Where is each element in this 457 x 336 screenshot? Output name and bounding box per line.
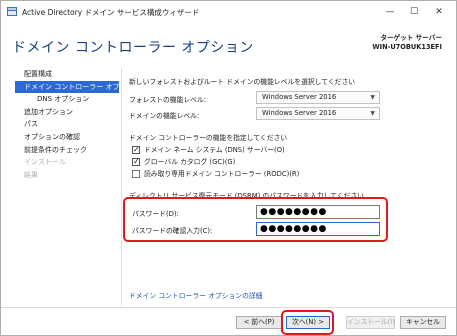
minimize-button[interactable]: — — [383, 5, 397, 19]
checkmark-icon: ✓ — [132, 157, 140, 166]
next-highlight-box — [281, 310, 334, 335]
nav-item-deployment-config[interactable]: 配置構成 — [15, 68, 119, 81]
forest-level-select[interactable]: Windows Server 2016 ▼ — [256, 91, 380, 104]
nav-divider — [121, 68, 122, 307]
target-server-label: ターゲット サーバー — [380, 34, 442, 42]
chevron-down-icon: ▼ — [370, 110, 375, 117]
window-title: Active Directory ドメイン サービス構成ウィザード — [22, 8, 200, 17]
dns-server-label: ドメイン ネーム システム (DNS) サーバー(O) — [144, 146, 285, 154]
nav-item-installation: インストール — [24, 158, 66, 167]
global-catalog-label: グローバル カタログ (GC)(G) — [144, 158, 236, 166]
checkmark-icon: ✓ — [132, 145, 140, 154]
page-title: ドメイン コントローラー オプション — [12, 40, 254, 56]
domain-level-select[interactable]: Windows Server 2016 ▼ — [256, 107, 380, 120]
wizard-steps-nav: 配置構成 ドメイン コントローラー オプ... DNS オプション 追加オプショ… — [15, 68, 126, 181]
dc-options-details-link[interactable]: ドメイン コントローラー オプションの詳細 — [129, 290, 262, 300]
forest-level-label: フォレストの機能レベル: — [129, 96, 207, 104]
title-bar: Active Directory ドメイン サービス構成ウィザード — ☐ ✕ — [1, 1, 456, 23]
nav-item-paths[interactable]: パス — [15, 118, 119, 131]
domain-level-label: ドメインの機能レベル: — [129, 112, 200, 120]
wizard-window: Active Directory ドメイン サービス構成ウィザード — ☐ ✕ … — [0, 0, 457, 336]
nav-item-dc-options[interactable]: ドメイン コントローラー オプ... — [15, 80, 126, 94]
maximize-button[interactable]: ☐ — [407, 5, 421, 19]
target-server-name: WIN-U7OBUK13EFI — [372, 43, 442, 51]
capabilities-heading: ドメイン コントローラーの機能を指定してください — [129, 134, 288, 142]
chevron-down-icon: ▼ — [370, 94, 375, 101]
nav-item-prerequisites-check[interactable]: 前提条件のチェック — [15, 144, 119, 157]
nav-item-review-options[interactable]: オプションの確認 — [15, 131, 119, 144]
forest-level-value: Windows Server 2016 — [262, 93, 337, 101]
password-highlight-box — [123, 197, 388, 242]
rodc-label: 読み取り専用ドメイン コントローラー (RODC)(R) — [144, 170, 300, 178]
nav-item-results: 結果 — [24, 170, 38, 179]
install-button: インストール(I) — [346, 316, 395, 329]
server-manager-icon — [7, 7, 17, 16]
back-button[interactable]: < 前へ(P) — [236, 316, 282, 329]
nav-item-dns-options[interactable]: DNS オプション — [15, 93, 119, 106]
button-bar-divider — [1, 307, 456, 308]
cancel-button[interactable]: キャンセル — [400, 316, 446, 329]
nav-item-additional-options[interactable]: 追加オプション — [15, 106, 119, 119]
functional-level-heading: 新しいフォレストおよびルート ドメインの機能レベルを選択してください — [129, 78, 356, 86]
close-button[interactable]: ✕ — [432, 5, 446, 19]
domain-level-value: Windows Server 2016 — [262, 109, 337, 117]
